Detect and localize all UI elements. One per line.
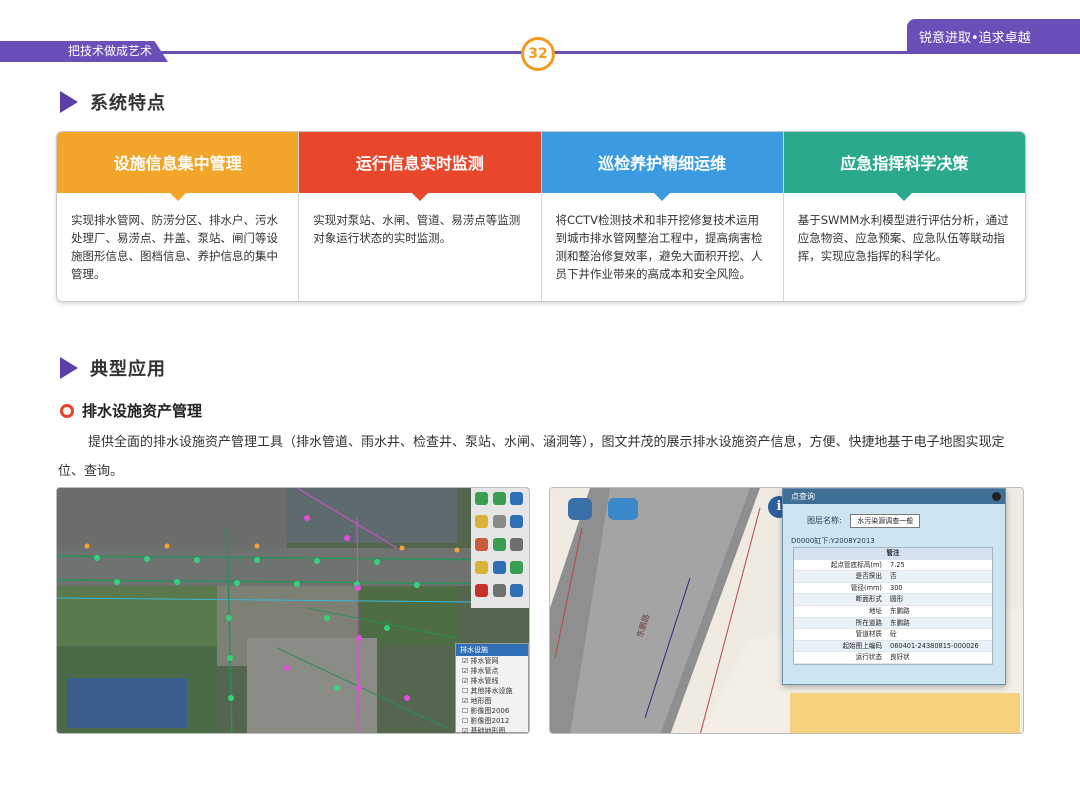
feature-body: 实现排水管网、防涝分区、排水户、污水处理厂、易涝点、井盖、泵站、闸门等设施图形信… (71, 213, 278, 281)
features-panel: 设施信息集中管理 实现排水管网、防涝分区、排水户、污水处理厂、易涝点、井盖、泵站… (56, 131, 1026, 302)
triangle-bullet-icon (60, 357, 78, 379)
table-row: 地址 东鹏路 (794, 606, 992, 618)
section-title-text: 典型应用 (90, 359, 166, 380)
feature-title: 应急指挥科学决策 (783, 132, 1025, 201)
header-right-tab: 锐意进取•追求卓越 (907, 19, 1080, 54)
measure-icon[interactable] (475, 538, 488, 551)
attr-value: 良好状 (890, 653, 910, 662)
layer-checkbox[interactable]: ☐ 其他排水设施 (456, 686, 528, 696)
attr-value: 圆形 (890, 595, 904, 604)
attr-value: 否 (890, 572, 897, 581)
clear-icon[interactable] (475, 584, 488, 597)
zoom-in-icon[interactable] (475, 492, 488, 505)
layer-checkbox[interactable]: ☐ 影像图2012 (456, 716, 528, 726)
attribute-table: 管注 起点管底标高(m) 7.25 是否探出否 管径(mm) 300 断面形式 圆形 … (793, 547, 993, 665)
application-description: 提供全面的排水设施资产管理工具（排水管道、雨水井、检查井、泵站、水闸、涵洞等），… (58, 435, 1005, 479)
layers-icon[interactable] (492, 538, 506, 551)
attr-value: 东鹏路 (890, 618, 910, 627)
query-window-titlebar: 点查询 (783, 489, 1005, 504)
layer-panel-title: 排水设施 (456, 644, 528, 656)
table-row: 运行状态 良好状 (794, 652, 992, 664)
table-row: 起始图上编码 060401-24380815-000026 (794, 640, 992, 653)
query-icon[interactable] (492, 561, 506, 574)
table-row: 管道材质砼 (794, 629, 992, 641)
query-window: 点查询 图层名称: 水污染源调查一般 D0000缸下:Y2008Y2013 管注… (782, 488, 1006, 685)
layer-control-panel: 排水设施 ☑ 排水管网 ☑ 排水管点 ☑ 排水管线 ☐ 其他排水设施 ☑ 地形图… (455, 643, 529, 733)
attr-key: 所在道路 (855, 618, 882, 627)
table-row: 是否探出否 (794, 571, 992, 583)
feature-title: 设施信息集中管理 (57, 132, 299, 201)
header-right-slogan: 锐意进取•追求卓越 (919, 31, 1031, 46)
layer-checkbox[interactable]: ☑ 排水管网 (456, 656, 528, 666)
attr-value: 7.25 (890, 560, 905, 569)
home-icon[interactable] (568, 498, 592, 520)
table-row: 断面形式 圆形 (794, 594, 992, 606)
attr-key: 断面形式 (855, 595, 882, 604)
header-left-slogan: 把技术做成艺术 (68, 44, 153, 58)
attr-key: 地址 (868, 606, 882, 615)
feature-card-emergency: 应急指挥科学决策 基于SWMM水利模型进行评估分析，通过应急物资、应急预案、应急… (783, 132, 1025, 301)
table-header-label: 管注 (886, 549, 900, 557)
layer-checkbox[interactable]: ☑ 排水管线 (456, 676, 528, 686)
feature-card-facility: 设施信息集中管理 实现排水管网、防涝分区、排水户、污水处理厂、易涝点、井盖、泵站… (57, 132, 300, 301)
query-window-title: 点查询 (791, 492, 815, 501)
pan-icon[interactable] (475, 515, 488, 528)
attr-key: 管径(mm) (850, 583, 882, 592)
attr-value: 砼 (890, 630, 897, 639)
binoculars-icon[interactable] (608, 498, 638, 520)
query-screenshot: 东鹏路 i 点查询 图层名称: 水污染源调查一般 D0000缸下:Y2008Y2… (549, 487, 1024, 734)
section-title-features: 系统特点 (60, 89, 166, 115)
refresh-icon[interactable] (510, 561, 524, 574)
triangle-bullet-icon (60, 91, 78, 113)
application-heading: 排水设施资产管理 (60, 400, 202, 421)
ring-bullet-icon (60, 403, 74, 418)
globe-icon[interactable] (510, 492, 524, 505)
feature-body: 实现对泵站、水闸、管道、易涝点等监测对象运行状态的实时监测。 (313, 213, 521, 245)
settings-icon[interactable] (510, 584, 524, 597)
table-row: 所在道路 东鹏路 (794, 617, 992, 630)
layer-checkbox[interactable]: ☑ 地形图 (456, 696, 528, 706)
layer-select-row: 图层名称: 水污染源调查一般 (783, 504, 1005, 528)
table-row: 管径(mm) 300 (794, 583, 992, 595)
attr-key: 管道材质 (855, 630, 882, 639)
feature-title: 巡检养护精细运维 (541, 132, 783, 201)
layer-checkbox[interactable]: ☑ 排水管点 (456, 666, 528, 676)
application-title: 排水设施资产管理 (82, 402, 203, 420)
attr-value: 300 (890, 583, 903, 592)
attr-key: 运行状态 (855, 653, 882, 662)
header-left-tab: 把技术做成艺术 (0, 41, 168, 62)
layer-checkbox[interactable]: ☐ 影像图2006 (456, 706, 528, 716)
page-number-badge: 32 (521, 37, 555, 71)
map-screenshot: 排水设施 ☑ 排水管网 ☑ 排水管点 ☑ 排水管线 ☐ 其他排水设施 ☑ 地形图… (56, 487, 530, 734)
select-icon[interactable] (492, 515, 506, 528)
layer-select-label: 图层名称: (807, 516, 842, 525)
layer-checkbox[interactable]: ☑ 基础地形图 (456, 726, 528, 733)
layer-select[interactable]: 水污染源调查一般 (850, 514, 921, 528)
map-toolbar (471, 488, 529, 608)
attr-value: 060401-24380815-000026 (890, 641, 979, 650)
attr-key: 起点管底标高(m) (830, 560, 882, 569)
feature-card-monitoring: 运行信息实时监测 实现对泵站、水闸、管道、易涝点等监测对象运行状态的实时监测。 (299, 132, 542, 301)
feature-body: 基于SWMM水利模型进行评估分析，通过应急物资、应急预案、应急队伍等联动指挥，实… (797, 213, 1009, 263)
print-icon[interactable] (510, 538, 524, 551)
section-title-text: 系统特点 (90, 93, 166, 114)
bookmark-icon[interactable] (475, 561, 488, 574)
attr-key: 起始图上编码 (842, 641, 882, 650)
zoom-out-icon[interactable] (492, 492, 506, 505)
close-icon[interactable] (992, 492, 1001, 501)
attr-key: 是否探出 (855, 572, 882, 581)
feature-card-maintenance: 巡检养护精细运维 将CCTV检测技术和非开挖修复技术运用到城市排水管网整治工程中… (541, 132, 784, 301)
feature-body: 将CCTV检测技术和非开挖修复技术运用到城市排水管网整治工程中，提高病害检测和整… (555, 213, 763, 281)
table-row: 起点管底标高(m) 7.25 (794, 560, 992, 572)
record-id: D0000缸下:Y2008Y2013 (791, 537, 875, 545)
attr-value: 东鹏路 (890, 606, 910, 615)
identify-icon[interactable] (510, 515, 524, 528)
export-icon[interactable] (492, 584, 506, 597)
table-header: 管注 (794, 548, 992, 560)
feature-title: 运行信息实时监测 (299, 132, 541, 201)
section-title-applications: 典型应用 (60, 355, 166, 381)
